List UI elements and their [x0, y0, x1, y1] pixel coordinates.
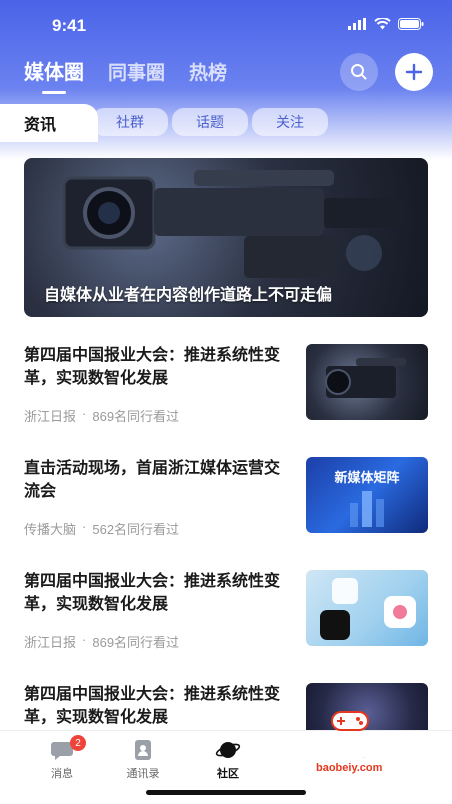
news-item[interactable]: 第四届中国报业大会：推进系统性变革，实现数智化发展 浙江日报 · 869名同行看… — [24, 344, 428, 436]
tabbar-item-community[interactable]: 社区 — [198, 739, 258, 781]
signal-icon — [348, 18, 366, 30]
status-time: 9:41 — [52, 16, 87, 35]
wifi-icon — [374, 18, 391, 30]
contacts-icon — [135, 740, 151, 760]
app-icons-graphic — [320, 578, 416, 640]
meta-separator: · — [82, 519, 87, 534]
add-button[interactable] — [395, 53, 433, 91]
news-title: 直击活动现场，首届浙江媒体运营交流会 — [24, 460, 281, 500]
battery-icon — [398, 18, 424, 30]
news-meta: 传播大脑 · 562名同行看过 — [24, 519, 179, 538]
news-title: 第四届中国报业大会：推进系统性变革，实现数智化发展 — [24, 347, 281, 387]
subtab-follow[interactable]: 关注 — [252, 108, 328, 136]
watermark-logo: 宝贝游戏网 baobeiy.com — [276, 706, 426, 778]
news-views: 869名同行看过 — [92, 409, 180, 424]
watermark-title: 宝贝游戏网 — [279, 737, 391, 763]
subtab-news[interactable]: 资讯 — [0, 104, 98, 142]
news-title: 第四届中国报业大会：推进系统性变革，实现数智化发展 — [24, 686, 281, 726]
gamepad-icon — [331, 711, 369, 731]
news-title: 第四届中国报业大会：推进系统性变革，实现数智化发展 — [24, 573, 281, 613]
tab-colleague-circle[interactable]: 同事圈 — [108, 58, 165, 85]
watermark-url: baobeiy.com — [316, 762, 383, 774]
news-item[interactable]: 直击活动现场，首届浙江媒体运营交流会 传播大脑 · 562名同行看过 新媒体矩阵 — [24, 457, 428, 549]
news-thumbnail: 新媒体矩阵 — [306, 457, 428, 533]
tabbar-item-contacts[interactable]: 通讯录 — [113, 739, 173, 781]
unread-badge: 2 — [70, 735, 86, 751]
tabbar-label: 通讯录 — [126, 768, 160, 780]
plus-icon — [405, 63, 423, 81]
search-icon — [351, 64, 367, 80]
news-meta: 浙江日报 · 869名同行看过 — [24, 406, 179, 425]
meta-separator: · — [82, 632, 87, 647]
news-views: 562名同行看过 — [92, 522, 180, 537]
planet-icon — [215, 742, 241, 758]
hero-card[interactable]: 自媒体从业者在内容创作道路上不可走偏 — [24, 158, 428, 317]
top-tabs: 媒体圈 同事圈 热榜 — [24, 56, 227, 85]
news-meta: 浙江日报 · 869名同行看过 — [24, 632, 179, 651]
tower-graphic — [350, 491, 384, 527]
tab-hot-list[interactable]: 热榜 — [189, 58, 227, 85]
news-source: 传播大脑 — [24, 522, 77, 537]
news-source: 浙江日报 — [24, 635, 77, 650]
subtab-groups[interactable]: 社群 — [92, 108, 168, 136]
home-indicator — [146, 790, 306, 795]
news-source: 浙江日报 — [24, 409, 77, 424]
meta-separator: · — [82, 406, 87, 421]
news-thumbnail — [306, 344, 428, 420]
tabbar-label: 社区 — [217, 768, 239, 780]
camera-thumb-icon — [325, 358, 406, 398]
news-item[interactable]: 第四届中国报业大会：推进系统性变革，实现数智化发展 浙江日报 · 869名同行看… — [24, 570, 428, 662]
tabbar-item-messages[interactable]: 2 消息 — [32, 735, 92, 781]
search-button[interactable] — [340, 53, 378, 91]
news-views: 869名同行看过 — [92, 635, 180, 650]
news-thumbnail — [306, 570, 428, 646]
sub-tabs: 资讯 社群 话题 关注 — [0, 104, 452, 142]
hero-caption: 自媒体从业者在内容创作道路上不可走偏 — [44, 287, 333, 304]
subtab-topics[interactable]: 话题 — [172, 108, 248, 136]
tab-media-circle[interactable]: 媒体圈 — [24, 56, 84, 85]
tabbar-label: 消息 — [51, 768, 73, 780]
status-icons — [348, 18, 424, 30]
status-bar: 9:41 — [0, 0, 452, 50]
